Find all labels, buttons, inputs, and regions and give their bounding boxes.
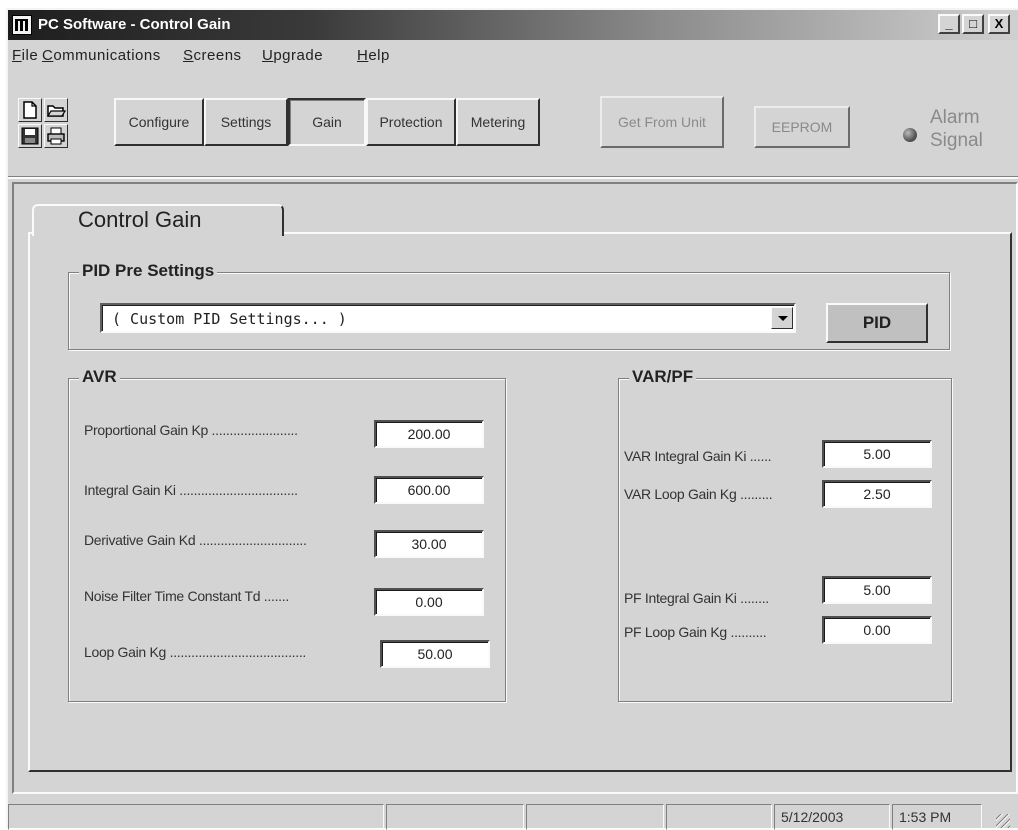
pf-loop-gain-input[interactable]: 0.00 <box>822 616 932 644</box>
avr-integral-gain-label: Integral Gain Ki .......................… <box>84 482 298 498</box>
status-panel-1 <box>8 804 384 830</box>
pid-presets-title: PID Pre Settings <box>79 261 218 281</box>
alarm-indicator-icon <box>903 128 917 142</box>
menu-upgrade-label: pgrade <box>273 47 324 64</box>
varpf-title: VAR/PF <box>629 367 697 387</box>
menu-communications-label: ommunications <box>53 47 161 64</box>
status-bar: 5/12/2003 1:53 PM <box>8 804 1018 830</box>
gain-button[interactable]: Gain <box>288 98 366 146</box>
title-bar[interactable]: PC Software - Control Gain _ □ X <box>8 10 1018 40</box>
toolbar-separator <box>8 176 1018 179</box>
avr-proportional-gain-label: Proportional Gain Kp ...................… <box>84 422 298 438</box>
menu-upgrade[interactable]: Upgrade <box>262 47 323 64</box>
new-file-icon[interactable] <box>18 98 42 122</box>
pid-presets-selected: ( Custom PID Settings... ) <box>112 310 347 328</box>
pf-integral-gain-input[interactable]: 5.00 <box>822 576 932 604</box>
open-folder-icon[interactable] <box>44 98 68 122</box>
menu-bar: File Communications Screens Upgrade Help <box>8 42 1018 66</box>
avr-noise-filter-label: Noise Filter Time Constant Td ....... <box>84 588 289 604</box>
resize-grip-icon[interactable] <box>996 814 1010 828</box>
var-loop-gain-label: VAR Loop Gain Kg ......... <box>624 486 773 502</box>
avr-derivative-gain-label: Derivative Gain Kd .....................… <box>84 532 307 548</box>
protection-button[interactable]: Protection <box>366 98 456 146</box>
menu-file[interactable]: File <box>12 47 38 64</box>
menu-file-label: ile <box>21 47 39 64</box>
settings-button[interactable]: Settings <box>204 98 288 146</box>
menu-help[interactable]: Help <box>357 47 390 64</box>
status-panel-2 <box>386 804 524 830</box>
avr-noise-filter-input[interactable]: 0.00 <box>374 588 484 616</box>
menu-screens[interactable]: Screens <box>183 47 242 64</box>
app-logo-icon <box>12 15 32 35</box>
status-date: 5/12/2003 <box>774 804 890 830</box>
varpf-group: VAR/PF <box>618 367 952 702</box>
chevron-down-icon[interactable] <box>771 307 793 329</box>
menu-upgrade-mnemonic: U <box>262 47 274 64</box>
get-from-unit-button[interactable]: Get From Unit <box>600 96 724 148</box>
status-panel-4 <box>666 804 772 830</box>
avr-loop-gain-input[interactable]: 50.00 <box>380 640 490 668</box>
alarm-signal-label: Alarm Signal <box>930 106 1010 152</box>
pid-button[interactable]: PID <box>826 303 928 343</box>
menu-help-mnemonic: H <box>357 47 369 64</box>
status-panel-3 <box>526 804 664 830</box>
avr-integral-gain-input[interactable]: 600.00 <box>374 476 484 504</box>
status-time: 1:53 PM <box>892 804 982 830</box>
tab-control-gain[interactable]: Control Gain <box>32 204 284 236</box>
save-disk-icon[interactable] <box>18 124 42 148</box>
pid-presets-dropdown[interactable]: ( Custom PID Settings... ) <box>100 303 796 333</box>
close-button[interactable]: X <box>988 14 1010 34</box>
window-title: PC Software - Control Gain <box>38 16 231 33</box>
configure-button[interactable]: Configure <box>114 98 204 146</box>
menu-screens-label: creens <box>193 47 242 64</box>
pf-loop-gain-label: PF Loop Gain Kg .......... <box>624 624 767 640</box>
menu-file-mnemonic: F <box>12 47 22 64</box>
print-icon[interactable] <box>44 124 68 148</box>
maximize-button[interactable]: □ <box>962 14 984 34</box>
alarm-label-line2: Signal <box>930 130 983 151</box>
menu-screens-mnemonic: S <box>183 47 194 64</box>
menu-help-label: elp <box>368 47 390 64</box>
avr-title: AVR <box>79 367 120 387</box>
alarm-label-line1: Alarm <box>930 107 980 128</box>
avr-loop-gain-label: Loop Gain Kg ...........................… <box>84 644 307 660</box>
avr-proportional-gain-input[interactable]: 200.00 <box>374 420 484 448</box>
menu-communications[interactable]: Communications <box>42 47 161 64</box>
minimize-button[interactable]: _ <box>938 14 960 34</box>
app-window: PC Software - Control Gain _ □ X File Co… <box>6 8 1018 830</box>
var-loop-gain-input[interactable]: 2.50 <box>822 480 932 508</box>
menu-communications-mnemonic: C <box>42 47 54 64</box>
eeprom-button[interactable]: EEPROM <box>754 106 850 148</box>
var-integral-gain-input[interactable]: 5.00 <box>822 440 932 468</box>
metering-button[interactable]: Metering <box>456 98 540 146</box>
pf-integral-gain-label: PF Integral Gain Ki ........ <box>624 590 769 606</box>
avr-derivative-gain-input[interactable]: 30.00 <box>374 530 484 558</box>
var-integral-gain-label: VAR Integral Gain Ki ...... <box>624 448 772 464</box>
